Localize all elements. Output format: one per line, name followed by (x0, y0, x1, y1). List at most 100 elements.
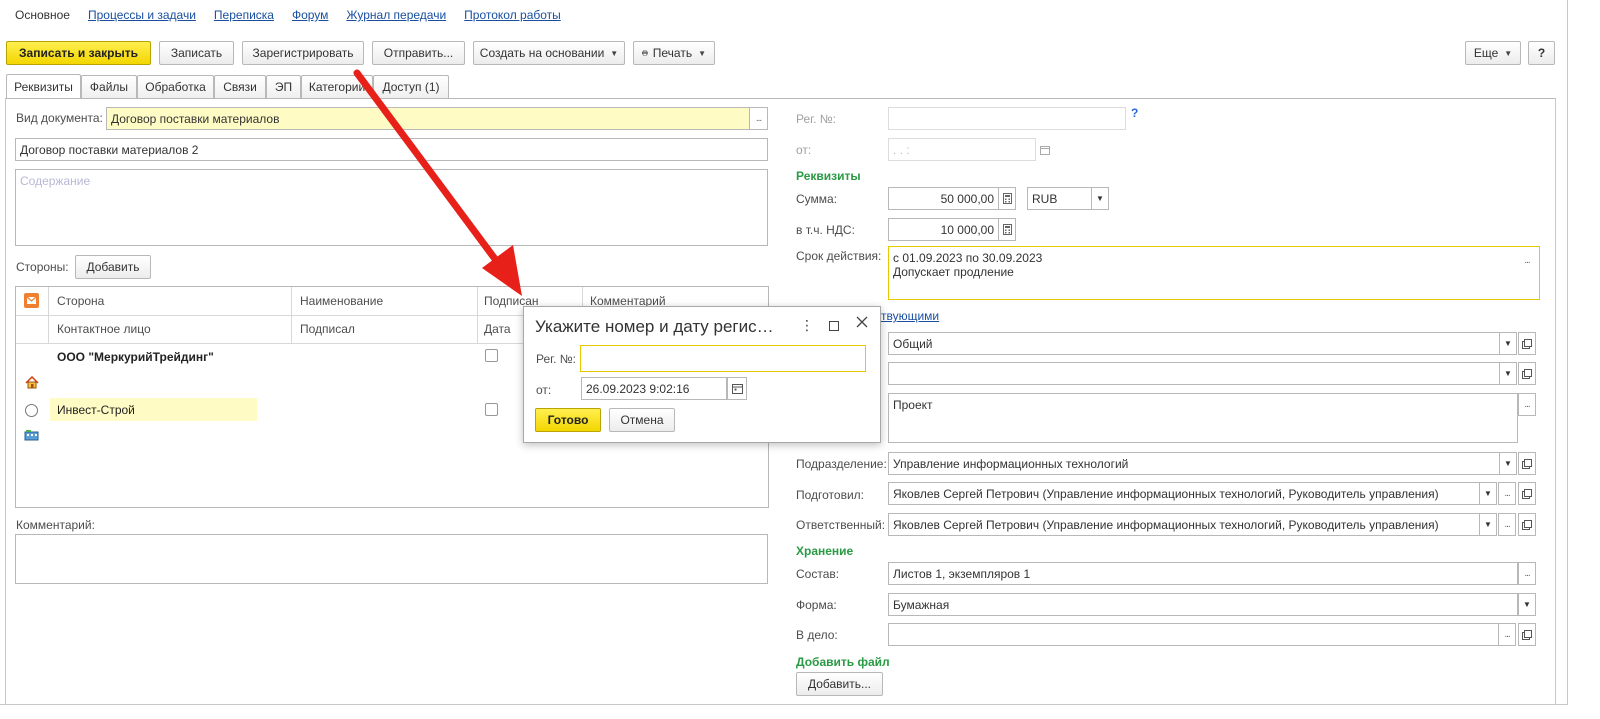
ellipsis-icon: ... (755, 113, 762, 124)
register-button[interactable]: Зарегистрировать (242, 41, 364, 65)
currency-dropdown[interactable]: ▼ (1091, 187, 1109, 210)
create-based-on-button[interactable]: Создать на основании ▼ (473, 41, 625, 65)
prepared-field[interactable]: Яковлев Сергей Петрович (Управление инфо… (888, 482, 1480, 505)
open-icon[interactable] (1518, 482, 1536, 505)
party-name-1[interactable]: ООО "МеркурийТрейдинг" (57, 350, 214, 364)
dialog-reg-no-field[interactable] (580, 345, 866, 372)
participants-link[interactable]: твующими (881, 309, 939, 323)
reg-no-help-icon[interactable]: ? (1131, 106, 1138, 120)
form-dropdown[interactable]: ▼ (1518, 593, 1536, 616)
validity-field[interactable]: с 01.09.2023 по 30.09.2023 Допускает про… (888, 246, 1540, 300)
doc-type-field[interactable]: Договор поставки материалов (106, 107, 750, 130)
col-side[interactable]: Сторона (57, 294, 104, 308)
comment-field[interactable] (15, 534, 768, 584)
save-and-close-button[interactable]: Записать и закрыть (6, 41, 151, 65)
doc-type-select-button[interactable]: ... (749, 107, 768, 130)
prepared-select-button[interactable]: ... (1498, 482, 1516, 505)
access-dropdown[interactable]: ▼ (1499, 332, 1517, 355)
title-field[interactable]: Договор поставки материалов 2 (15, 138, 768, 161)
dialog-reg-no-label: Рег. №: (536, 352, 576, 366)
ellipsis-icon: ... (1504, 629, 1510, 640)
nav-correspondence[interactable]: Переписка (214, 8, 274, 24)
composition-field[interactable]: Листов 1, экземпляров 1 (888, 562, 1518, 585)
col-contact[interactable]: Контактное лицо (57, 322, 151, 336)
col-date[interactable]: Дата (484, 322, 511, 336)
case-field[interactable] (888, 623, 1499, 646)
composition-select-button[interactable]: ... (1518, 562, 1536, 585)
type-field[interactable] (888, 362, 1500, 385)
tab-files[interactable]: Файлы (81, 75, 137, 98)
col-name[interactable]: Наименование (300, 294, 383, 308)
dialog-cancel-button[interactable]: Отмена (609, 408, 675, 432)
signed-checkbox-2[interactable] (485, 403, 498, 416)
nav-forum[interactable]: Форум (292, 8, 328, 24)
more-vertical-icon[interactable]: ⋮ (800, 317, 814, 334)
col-signer[interactable]: Подписал (300, 322, 355, 336)
open-icon[interactable] (1518, 362, 1536, 385)
chevron-down-icon: ▼ (1504, 459, 1512, 468)
validity-select-button[interactable]: ... (1518, 249, 1536, 272)
save-button[interactable]: Записать (159, 41, 234, 65)
close-icon[interactable] (855, 315, 869, 332)
add-file-button[interactable]: Добавить... (796, 672, 883, 696)
currency-field[interactable]: RUB (1027, 187, 1092, 210)
prepared-dropdown[interactable]: ▼ (1479, 482, 1497, 505)
grid-divider (291, 287, 292, 343)
dialog-ok-button[interactable]: Готово (535, 408, 601, 432)
open-icon[interactable] (1518, 623, 1536, 646)
state-select-button[interactable]: ... (1518, 393, 1536, 416)
type-dropdown[interactable]: ▼ (1499, 362, 1517, 385)
ellipsis-icon: ... (1524, 255, 1530, 266)
more-button[interactable]: Еще ▼ (1465, 41, 1521, 65)
responsible-label: Ответственный: (796, 518, 886, 532)
calculator-icon[interactable] (998, 218, 1016, 241)
maximize-icon[interactable] (829, 321, 839, 331)
department-field[interactable]: Управление информационных технологий (888, 452, 1500, 475)
mail-icon[interactable] (24, 293, 39, 308)
party-radio-2[interactable] (25, 404, 38, 417)
access-field[interactable]: Общий (888, 332, 1500, 355)
sum-field[interactable]: 50 000,00 (888, 187, 999, 210)
help-button[interactable]: ? (1528, 41, 1555, 65)
tab-ep[interactable]: ЭП (266, 75, 301, 98)
nav-processes[interactable]: Процессы и задачи (88, 8, 196, 24)
ellipsis-icon: ... (1524, 399, 1530, 410)
nav-main[interactable]: Основное (15, 8, 70, 24)
tab-access[interactable]: Доступ (1) (373, 75, 449, 98)
vat-field[interactable]: 10 000,00 (888, 218, 999, 241)
responsible-dropdown[interactable]: ▼ (1479, 513, 1497, 536)
send-button[interactable]: Отправить... (372, 41, 465, 65)
content-field[interactable]: Содержание (15, 169, 768, 246)
doc-type-label: Вид документа: (16, 111, 103, 125)
calendar-icon (1036, 138, 1054, 161)
tab-processing[interactable]: Обработка (137, 75, 214, 98)
signed-checkbox-1[interactable] (485, 349, 498, 362)
open-icon[interactable] (1518, 332, 1536, 355)
print-label: Печать (652, 46, 693, 60)
open-icon[interactable] (1518, 452, 1536, 475)
responsible-select-button[interactable]: ... (1498, 513, 1516, 536)
storage-section-title: Хранение (796, 544, 854, 558)
top-navigation: Основное Процессы и задачи Переписка Фор… (15, 8, 579, 24)
print-button[interactable]: Печать ▼ (633, 41, 715, 65)
add-file-section-title: Добавить файл (796, 655, 890, 669)
state-field[interactable]: Проект (888, 393, 1518, 443)
department-label: Подразделение: (796, 457, 887, 471)
form-field[interactable]: Бумажная (888, 593, 1518, 616)
comment-label: Комментарий: (16, 518, 95, 532)
party-name-2[interactable]: Инвест-Строй (57, 403, 135, 417)
calculator-icon[interactable] (998, 187, 1016, 210)
responsible-field[interactable]: Яковлев Сергей Петрович (Управление инфо… (888, 513, 1480, 536)
add-party-button[interactable]: Добавить (75, 255, 151, 279)
department-dropdown[interactable]: ▼ (1499, 452, 1517, 475)
chevron-down-icon: ▼ (1484, 489, 1492, 498)
nav-work-log[interactable]: Протокол работы (464, 8, 561, 24)
case-select-button[interactable]: ... (1498, 623, 1516, 646)
tab-categories[interactable]: Категории (301, 75, 373, 98)
open-icon[interactable] (1518, 513, 1536, 536)
calendar-icon[interactable] (727, 377, 747, 400)
tab-links[interactable]: Связи (214, 75, 266, 98)
nav-transfer-log[interactable]: Журнал передачи (346, 8, 446, 24)
tab-requisites[interactable]: Реквизиты (6, 74, 81, 99)
dialog-date-field[interactable]: 26.09.2023 9:02:16 (581, 377, 727, 400)
